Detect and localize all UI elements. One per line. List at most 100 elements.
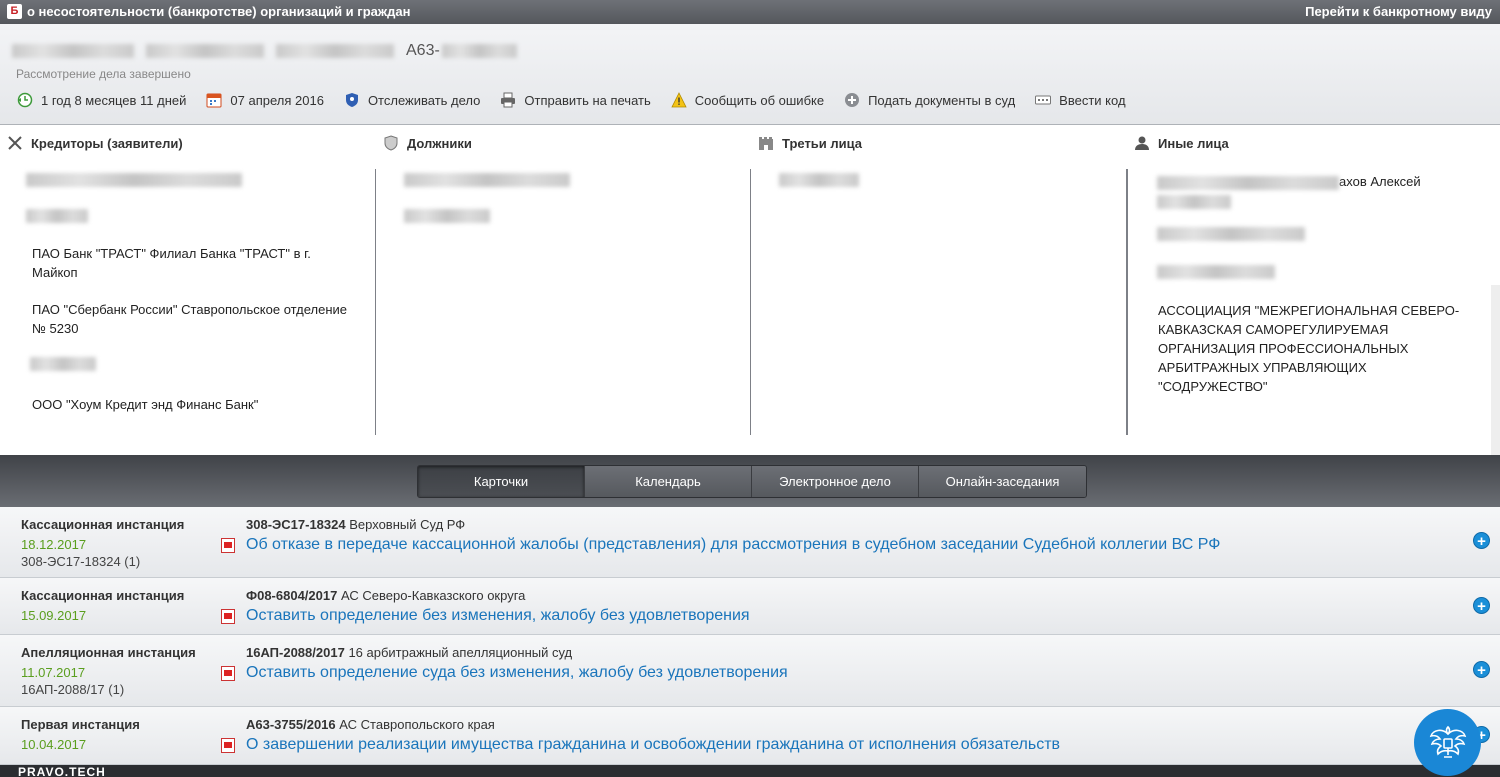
pdf-icon[interactable] — [221, 608, 235, 624]
instance-row: Кассационная инстанция 15.09.2017 Ф08-68… — [0, 578, 1500, 635]
debtors-column: Должники — [376, 125, 751, 455]
debtors-list — [376, 169, 751, 435]
footer-bar: PRAVO.TECH — [0, 765, 1500, 777]
other-person-item[interactable]: АССОЦИАЦИЯ "МЕЖРЕГИОНАЛЬНАЯ СЕВЕРО-КАВКА… — [1158, 301, 1478, 396]
document-link[interactable]: Оставить определение без изменения, жало… — [246, 607, 750, 625]
warning-icon — [671, 92, 687, 108]
parties-panel: Кредиторы (заявители) ПАО Банк "ТРАСТ" Ф… — [0, 125, 1500, 575]
instance-case-number: 308-ЭС17-18324 — [246, 517, 346, 532]
expand-row-button[interactable]: + — [1473, 597, 1490, 615]
building-icon — [758, 135, 774, 151]
instance-date: 15.09.2017 — [21, 608, 87, 623]
case-header: А63- Рассмотрение дела завершено 1 год 8… — [0, 24, 1500, 125]
submit-documents-button[interactable]: Подать документы в суд — [844, 92, 1015, 108]
document-link[interactable]: О завершении реализации имущества гражда… — [246, 736, 1060, 754]
case-tabs: Карточки Календарь Электронное дело Онла… — [417, 465, 1087, 498]
redacted-text — [146, 43, 264, 58]
redacted-text — [26, 173, 242, 187]
pdf-icon[interactable] — [221, 665, 235, 681]
court-name: АС Северо-Кавказского округа — [340, 588, 526, 603]
redacted-text — [30, 357, 96, 371]
creditor-item[interactable]: ПАО Банк "ТРАСТ" Филиал Банка "ТРАСТ" в … — [32, 244, 332, 282]
instance-row: Апелляционная инстанция 11.07.2017 16АП-… — [0, 635, 1500, 707]
court-line: 16АП-2088/2017 16 арбитражный апелляцион… — [246, 645, 572, 660]
creditor-item[interactable]: ПАО "Сбербанк России" Ставропольское отд… — [32, 300, 352, 338]
redacted-text — [1157, 175, 1339, 190]
instance-sub-number: 308-ЭС17-18324 (1) — [21, 554, 141, 569]
debtors-heading: Должники — [383, 135, 472, 151]
court-line: А63-3755/2016 АС Ставропольского края — [246, 717, 495, 732]
court-line: Ф08-6804/2017 АС Северо-Кавказского окру… — [246, 588, 525, 603]
document-entry: О завершении реализации имущества гражда… — [221, 736, 1060, 754]
document-entry: Оставить определение без изменения, жало… — [221, 607, 750, 625]
document-link[interactable]: Оставить определение суда без изменения,… — [246, 664, 788, 682]
top-bar: Б о несостоятельности (банкротстве) орга… — [0, 0, 1500, 24]
print-button[interactable]: Отправить на печать — [500, 92, 651, 108]
creditor-item[interactable]: ООО "Хоум Кредит энд Финанс Банк" — [32, 395, 352, 414]
track-case-button[interactable]: Отслеживать дело — [344, 92, 480, 108]
instance-name: Первая инстанция — [21, 717, 140, 732]
instance-date: 10.04.2017 — [21, 737, 87, 752]
instance-name: Кассационная инстанция — [21, 517, 185, 532]
redacted-text — [12, 43, 134, 58]
expand-row-button[interactable]: + — [1473, 661, 1490, 679]
case-status: Рассмотрение дела завершено — [16, 67, 191, 81]
shield-outline-icon — [383, 135, 399, 151]
court-name: Верховный Суд РФ — [349, 517, 466, 532]
court-emblem-button[interactable] — [1414, 709, 1481, 776]
shield-icon — [344, 92, 360, 108]
redacted-text — [26, 209, 88, 223]
instance-row: Кассационная инстанция 18.12.2017 308-ЭС… — [0, 507, 1500, 578]
redacted-text — [1157, 265, 1275, 279]
redacted-text — [779, 173, 859, 187]
pdf-icon[interactable] — [221, 537, 235, 553]
pdf-icon[interactable] — [221, 737, 235, 753]
instance-name: Апелляционная инстанция — [21, 645, 196, 660]
double-headed-eagle-icon — [1426, 719, 1470, 766]
creditors-list: ПАО Банк "ТРАСТ" Филиал Банка "ТРАСТ" в … — [0, 169, 376, 435]
instance-case-number: 16АП-2088/2017 — [246, 645, 345, 660]
other-persons-column: Иные лица ахов Алексей АССОЦИАЦИЯ "МЕЖРЕ… — [1127, 125, 1500, 455]
instance-row: Первая инстанция 10.04.2017 А63-3755/201… — [0, 707, 1500, 765]
document-entry: Оставить определение суда без изменения,… — [221, 664, 788, 682]
court-name: 16 арбитражный апелляционный суд — [348, 645, 573, 660]
crossed-swords-icon — [7, 135, 23, 151]
case-number: А63- — [12, 42, 529, 60]
redacted-text — [404, 209, 490, 223]
document-link[interactable]: Об отказе в передаче кассационной жалобы… — [246, 536, 1220, 554]
instance-case-number: Ф08-6804/2017 — [246, 588, 338, 603]
expand-row-button[interactable]: + — [1473, 532, 1490, 550]
other-persons-list: ахов Алексей АССОЦИАЦИЯ "МЕЖРЕГИОНАЛЬНАЯ… — [1127, 169, 1500, 435]
enter-code-button[interactable]: Ввести код — [1035, 92, 1126, 108]
registration-date: 07 апреля 2016 — [206, 92, 324, 108]
duration-icon — [17, 92, 33, 108]
tab-electronic-case[interactable]: Электронное дело — [752, 466, 919, 497]
instance-date: 18.12.2017 — [21, 537, 87, 552]
other-person-item[interactable]: ахов Алексей — [1157, 172, 1497, 210]
bankruptcy-logo-icon: Б — [7, 4, 22, 19]
case-actions: 1 год 8 месяцев 11 дней 07 апреля 2016 О… — [17, 92, 1146, 108]
tab-calendar[interactable]: Календарь — [585, 466, 752, 497]
third-parties-list — [751, 169, 1127, 435]
calendar-icon — [206, 92, 222, 108]
redacted-text — [1157, 227, 1305, 241]
instance-sub-number: 16АП-2088/17 (1) — [21, 682, 125, 697]
court-name: АС Ставропольского края — [339, 717, 495, 732]
keyboard-icon — [1035, 92, 1052, 108]
switch-to-bankruptcy-view-link[interactable]: Перейти к банкротному виду — [1305, 4, 1492, 19]
redacted-text — [1157, 194, 1231, 209]
redacted-text — [276, 43, 394, 58]
printer-icon — [500, 92, 516, 108]
report-error-button[interactable]: Сообщить об ошибке — [671, 92, 824, 108]
case-duration: 1 год 8 месяцев 11 дней — [17, 92, 186, 108]
plus-circle-icon — [844, 92, 860, 108]
court-line: 308-ЭС17-18324 Верховный Суд РФ — [246, 517, 465, 532]
tab-cards[interactable]: Карточки — [418, 466, 585, 497]
redacted-text — [441, 43, 517, 58]
instance-name: Кассационная инстанция — [21, 588, 185, 603]
tab-online-sessions[interactable]: Онлайн-заседания — [919, 466, 1086, 497]
creditors-heading: Кредиторы (заявители) — [7, 135, 183, 151]
third-parties-column: Третьи лица — [751, 125, 1127, 455]
document-entry: Об отказе в передаче кассационной жалобы… — [221, 536, 1220, 554]
case-number-prefix: А63- — [406, 42, 440, 59]
